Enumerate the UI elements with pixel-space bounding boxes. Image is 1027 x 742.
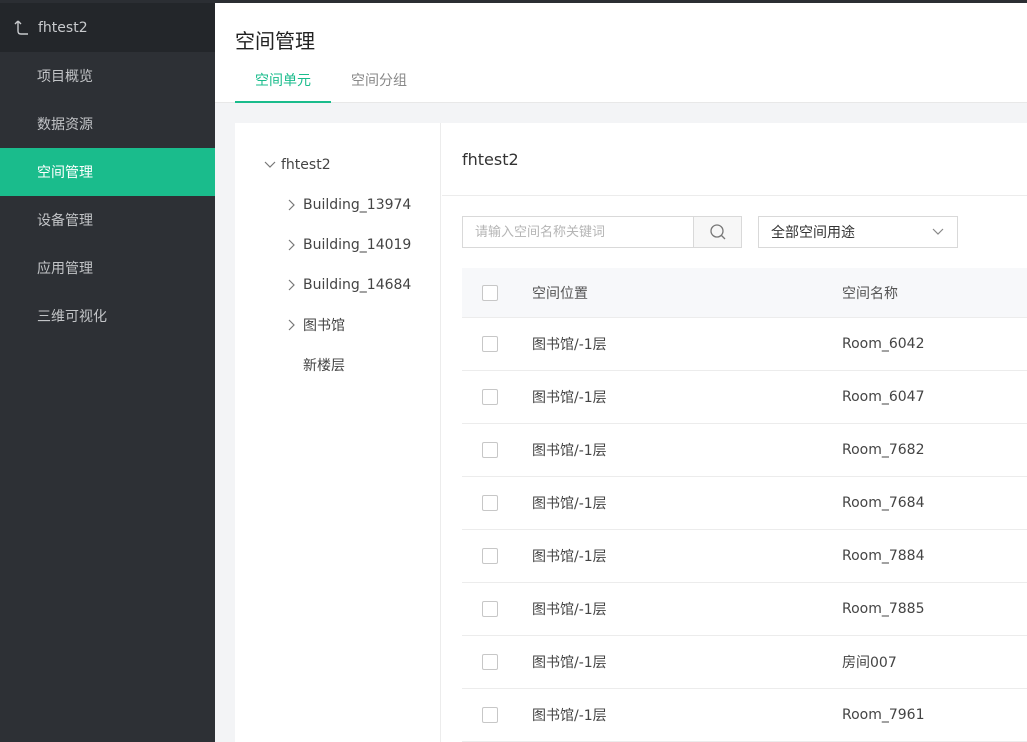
row-checkbox[interactable] (482, 548, 498, 564)
sidebar-item-label: 设备管理 (37, 213, 93, 229)
column-header-location: 空间位置 (532, 285, 588, 302)
space-tree: fhtest2 Building_13974 Building_14019 Bu… (235, 123, 441, 742)
back-arrow-icon[interactable] (14, 19, 30, 37)
cell-location: 图书馆/-1层 (532, 708, 607, 724)
row-checkbox[interactable] (482, 601, 498, 617)
cell-location: 图书馆/-1层 (532, 443, 607, 459)
tree-node[interactable]: Building_14019 (285, 225, 411, 265)
search-box (462, 216, 742, 248)
chevron-right-icon[interactable] (285, 318, 299, 332)
search-button[interactable] (693, 216, 742, 248)
row-checkbox[interactable] (482, 389, 498, 405)
tree-node[interactable]: Building_13974 (285, 185, 411, 225)
tree-node-label: Building_14019 (303, 237, 412, 253)
cell-location: 图书馆/-1层 (532, 390, 607, 406)
select-all-checkbox[interactable] (482, 284, 498, 301)
tab-space-units[interactable]: 空间单元 (235, 61, 331, 103)
cell-location: 图书馆/-1层 (532, 602, 607, 618)
tree-node-label: 新楼层 (303, 358, 345, 374)
detail-title: fhtest2 (442, 123, 1027, 196)
row-checkbox[interactable] (482, 707, 498, 723)
cell-name: Room_7884 (842, 548, 925, 564)
select-value: 全部空间用途 (771, 225, 855, 241)
sidebar-item-label: 应用管理 (37, 261, 93, 277)
row-checkbox[interactable] (482, 654, 498, 670)
table-row[interactable]: 图书馆/-1层 Room_6047 (462, 371, 1027, 424)
main-area: 空间管理 空间单元 空间分组 fhtest2 Building_13974 Bu… (215, 3, 1027, 742)
tree-node-label: fhtest2 (281, 157, 331, 173)
tree-node[interactable]: 图书馆 (285, 305, 345, 345)
cell-name: Room_6042 (842, 336, 925, 352)
cell-name: Room_7961 (842, 707, 925, 723)
cell-location: 图书馆/-1层 (532, 655, 607, 671)
chevron-right-icon[interactable] (285, 198, 299, 212)
table-row[interactable]: 图书馆/-1层 Room_7961 (462, 689, 1027, 742)
sidebar-item-label: 项目概览 (37, 69, 93, 85)
project-name: fhtest2 (38, 19, 88, 36)
table-row[interactable]: 图书馆/-1层 Room_6042 (462, 318, 1027, 371)
search-icon (709, 224, 725, 240)
table-header: 空间位置 空间名称 (462, 268, 1027, 318)
sidebar-item-overview[interactable]: 项目概览 (0, 52, 215, 100)
cell-location: 图书馆/-1层 (532, 337, 607, 353)
tree-node-label: 图书馆 (303, 318, 345, 334)
space-usage-select[interactable]: 全部空间用途 (758, 216, 958, 248)
sidebar: fhtest2 项目概览 数据资源 空间管理 设备管理 应用管理 三维可视化 (0, 3, 215, 742)
sidebar-item-space-management[interactable]: 空间管理 (0, 148, 215, 196)
tree-node-leaf[interactable]: 新楼层 (303, 345, 345, 385)
chevron-down-icon[interactable] (263, 158, 277, 172)
chevron-right-icon[interactable] (285, 238, 299, 252)
table-row[interactable]: 图书馆/-1层 Room_7884 (462, 530, 1027, 583)
tab-space-groups[interactable]: 空间分组 (331, 61, 427, 103)
sidebar-item-label: 空间管理 (37, 165, 93, 181)
content-panel: fhtest2 Building_13974 Building_14019 Bu… (235, 123, 1027, 742)
chevron-right-icon[interactable] (285, 278, 299, 292)
cell-name: Room_7684 (842, 495, 925, 511)
project-switcher[interactable]: fhtest2 (0, 3, 215, 52)
table-row[interactable]: 图书馆/-1层 Room_7684 (462, 477, 1027, 530)
tree-node-root[interactable]: fhtest2 (263, 145, 331, 185)
cell-location: 图书馆/-1层 (532, 549, 607, 565)
space-detail: fhtest2 全部空间用途 空间位置 空间名称 (442, 123, 1027, 742)
cell-name: Room_6047 (842, 389, 925, 405)
sidebar-item-device-management[interactable]: 设备管理 (0, 196, 215, 244)
row-checkbox[interactable] (482, 336, 498, 352)
table-row[interactable]: 图书馆/-1层 Room_7682 (462, 424, 1027, 477)
tree-node[interactable]: Building_14684 (285, 265, 411, 305)
chevron-down-icon (932, 228, 944, 235)
sidebar-item-label: 数据资源 (37, 117, 93, 133)
row-checkbox[interactable] (482, 442, 498, 458)
table-row[interactable]: 图书馆/-1层 Room_7885 (462, 583, 1027, 636)
sidebar-item-data-resources[interactable]: 数据资源 (0, 100, 215, 148)
column-header-name: 空间名称 (842, 285, 898, 302)
cell-name: 房间007 (842, 655, 897, 671)
page-title: 空间管理 (235, 29, 315, 53)
table-row[interactable]: 图书馆/-1层 房间007 (462, 636, 1027, 689)
search-input[interactable] (462, 216, 693, 248)
sidebar-item-app-management[interactable]: 应用管理 (0, 244, 215, 292)
space-table: 空间位置 空间名称 图书馆/-1层 Room_6042 图书馆/-1层 Room… (462, 268, 1027, 742)
tree-node-label: Building_14684 (303, 277, 412, 293)
cell-location: 图书馆/-1层 (532, 496, 607, 512)
tree-node-label: Building_13974 (303, 197, 412, 213)
cell-name: Room_7682 (842, 442, 925, 458)
sidebar-item-3d-visualization[interactable]: 三维可视化 (0, 292, 215, 340)
page-header: 空间管理 空间单元 空间分组 (215, 3, 1027, 103)
row-checkbox[interactable] (482, 495, 498, 511)
cell-name: Room_7885 (842, 601, 925, 617)
sidebar-item-label: 三维可视化 (37, 309, 107, 325)
tab-bar: 空间单元 空间分组 (235, 61, 427, 103)
